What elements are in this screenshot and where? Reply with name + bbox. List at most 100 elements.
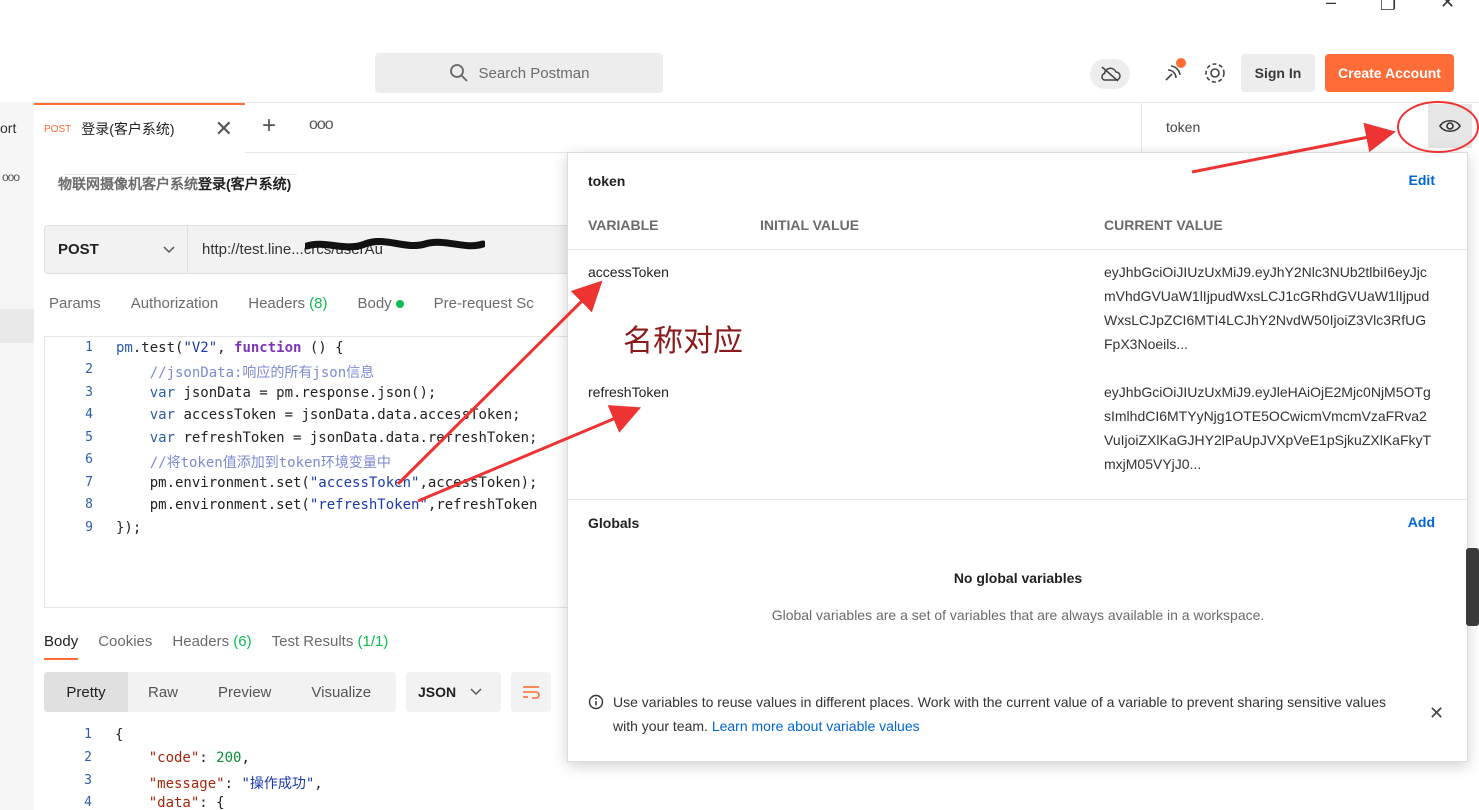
view-raw[interactable]: Raw — [128, 672, 198, 712]
code-line: pm.test("V2", function () { — [116, 340, 344, 356]
more-tabs-icon[interactable]: ooo — [309, 116, 334, 134]
code-line: var jsonData = pm.response.json(); — [149, 385, 437, 401]
breadcrumb-request: 登录(客户系统) — [198, 176, 292, 192]
tab-params[interactable]: Params — [49, 295, 101, 312]
notification-dot — [1176, 58, 1186, 68]
line-number: 5 — [85, 430, 93, 445]
resp-tab-tests[interactable]: Test Results (1/1) — [272, 633, 389, 660]
info-message: Use variables to reuse values in differe… — [613, 690, 1403, 738]
code-line: }); — [116, 520, 142, 536]
resp-tab-body[interactable]: Body — [44, 633, 79, 660]
column-current-value: CURRENT VALUE — [1104, 217, 1223, 233]
line-number: 8 — [85, 497, 93, 512]
eye-icon — [1439, 119, 1461, 133]
environment-value: token — [1166, 119, 1201, 135]
code-line: var accessToken = jsonData.data.accessTo… — [149, 407, 521, 423]
request-tab[interactable]: POST 登录(客户系统) ✕ — [34, 103, 245, 153]
environment-quick-look-popover: token Edit VARIABLE INITIAL VALUE CURREN… — [567, 152, 1468, 762]
scrollbar[interactable] — [1466, 548, 1479, 626]
tab-headers[interactable]: Headers (8) — [248, 295, 327, 312]
column-variable: VARIABLE — [588, 217, 659, 233]
no-globals-title: No global variables — [953, 570, 1083, 586]
line-number: 1 — [85, 340, 93, 355]
sign-in-button[interactable]: Sign In — [1241, 54, 1315, 92]
code-line: pm.environment.set("refreshToken",refres… — [116, 497, 538, 513]
globals-title: Globals — [588, 515, 640, 531]
tab-prerequest[interactable]: Pre-request Sc — [434, 295, 534, 312]
create-account-button[interactable]: Create Account — [1325, 54, 1454, 92]
variable-name: accessToken — [588, 264, 669, 280]
variable-name: refreshToken — [588, 384, 669, 400]
line-number: 6 — [85, 452, 93, 467]
breadcrumb-collection[interactable]: 物联网摄像机 — [58, 176, 142, 192]
environment-quick-look-button[interactable] — [1428, 104, 1472, 148]
line-number: 4 — [84, 795, 92, 810]
code-line: //jsonData:响应的所有json信息 — [149, 365, 375, 381]
line-number: 1 — [84, 727, 92, 742]
chevron-down-icon — [163, 245, 175, 253]
restore-icon[interactable]: ❐ — [1380, 0, 1396, 15]
line-number: 2 — [85, 362, 93, 377]
chevron-down-icon — [470, 688, 482, 696]
response-view-selector: Pretty Raw Preview Visualize — [44, 672, 396, 712]
cloud-sync-button[interactable] — [1090, 59, 1130, 89]
line-number: 2 — [84, 750, 92, 765]
line-number: 3 — [84, 773, 92, 788]
sidebar-more-icon[interactable]: ooo — [2, 170, 20, 184]
new-tab-icon[interactable]: + — [262, 112, 276, 140]
sidebar-selected-item[interactable] — [0, 309, 34, 343]
view-visualize[interactable]: Visualize — [291, 672, 391, 712]
line-number: 9 — [85, 520, 93, 535]
close-window-icon[interactable]: ✕ — [1440, 0, 1455, 13]
response-tabs: Body Cookies Headers (6) Test Results (1… — [44, 633, 388, 660]
environment-name: token — [588, 173, 626, 189]
body-dot-icon — [395, 300, 404, 309]
globals-description: Global variables are a set of variables … — [771, 607, 1265, 623]
line-number: 7 — [85, 475, 93, 490]
test-script-editor[interactable]: 1 2 3 4 5 6 7 8 9 pm.test("V2", function… — [44, 336, 574, 608]
line-number: 4 — [85, 407, 93, 422]
format-select[interactable]: JSON — [406, 672, 501, 712]
json-line: "data": { — [148, 795, 225, 810]
close-tab-icon[interactable]: ✕ — [215, 116, 233, 142]
code-line: var refreshToken = jsonData.data.refresh… — [149, 430, 538, 446]
view-pretty[interactable]: Pretty — [44, 672, 128, 712]
minimize-icon[interactable]: – — [1326, 0, 1336, 13]
info-icon — [588, 694, 604, 710]
add-global-link[interactable]: Add — [1408, 514, 1435, 530]
column-initial-value: INITIAL VALUE — [760, 217, 860, 233]
method-select[interactable]: POST — [44, 225, 188, 274]
json-line: "code": 200, — [148, 750, 250, 766]
edit-environment-link[interactable]: Edit — [1409, 172, 1435, 188]
tab-body[interactable]: Body — [357, 295, 404, 312]
variable-current-value: eyJhbGciOiJIUzUxMiJ9.eyJleHAiOjE2Mjc0NjM… — [1104, 384, 1432, 472]
tab-method: POST — [44, 123, 72, 135]
wrap-icon — [523, 686, 540, 699]
cloud-off-icon — [1101, 66, 1121, 82]
wrap-lines-button[interactable] — [511, 672, 551, 712]
breadcrumb-folder[interactable]: 客户系统 — [142, 176, 198, 192]
tab-title: 登录(客户系统) — [81, 121, 175, 137]
annotation-text: 名称对应 — [623, 324, 743, 359]
method-value: POST — [58, 241, 99, 258]
format-value: JSON — [418, 684, 457, 700]
learn-more-link[interactable]: Learn more about variable values — [712, 718, 920, 734]
environment-select[interactable]: token — [1142, 103, 1400, 151]
search-icon — [449, 64, 468, 82]
response-body[interactable]: 1 2 3 4 { "code": 200, "message": "操作成功"… — [44, 724, 574, 810]
search-placeholder: Search Postman — [478, 64, 590, 82]
resp-tab-headers[interactable]: Headers (6) — [172, 633, 251, 660]
close-info-icon[interactable]: ✕ — [1429, 703, 1444, 724]
resp-tab-cookies[interactable]: Cookies — [98, 633, 152, 660]
variable-current-value: eyJhbGciOiJIUzUxMiJ9.eyJhY2Nlc3NUb2tlbiI… — [1104, 264, 1430, 352]
breadcrumb: 物联网摄像机 / 客户系统 / 登录(客户系统) — [58, 174, 298, 194]
json-line: { — [115, 727, 124, 743]
search-bar[interactable]: Search Postman — [375, 53, 663, 93]
code-line: //将token值添加到token环境变量中 — [149, 455, 391, 471]
tab-authorization[interactable]: Authorization — [131, 295, 219, 312]
view-preview[interactable]: Preview — [198, 672, 291, 712]
sidebar-import-label[interactable]: ort — [0, 120, 16, 136]
json-line: "message": "操作成功", — [148, 776, 323, 792]
gear-icon[interactable] — [1202, 60, 1228, 86]
sidebar — [0, 102, 34, 810]
